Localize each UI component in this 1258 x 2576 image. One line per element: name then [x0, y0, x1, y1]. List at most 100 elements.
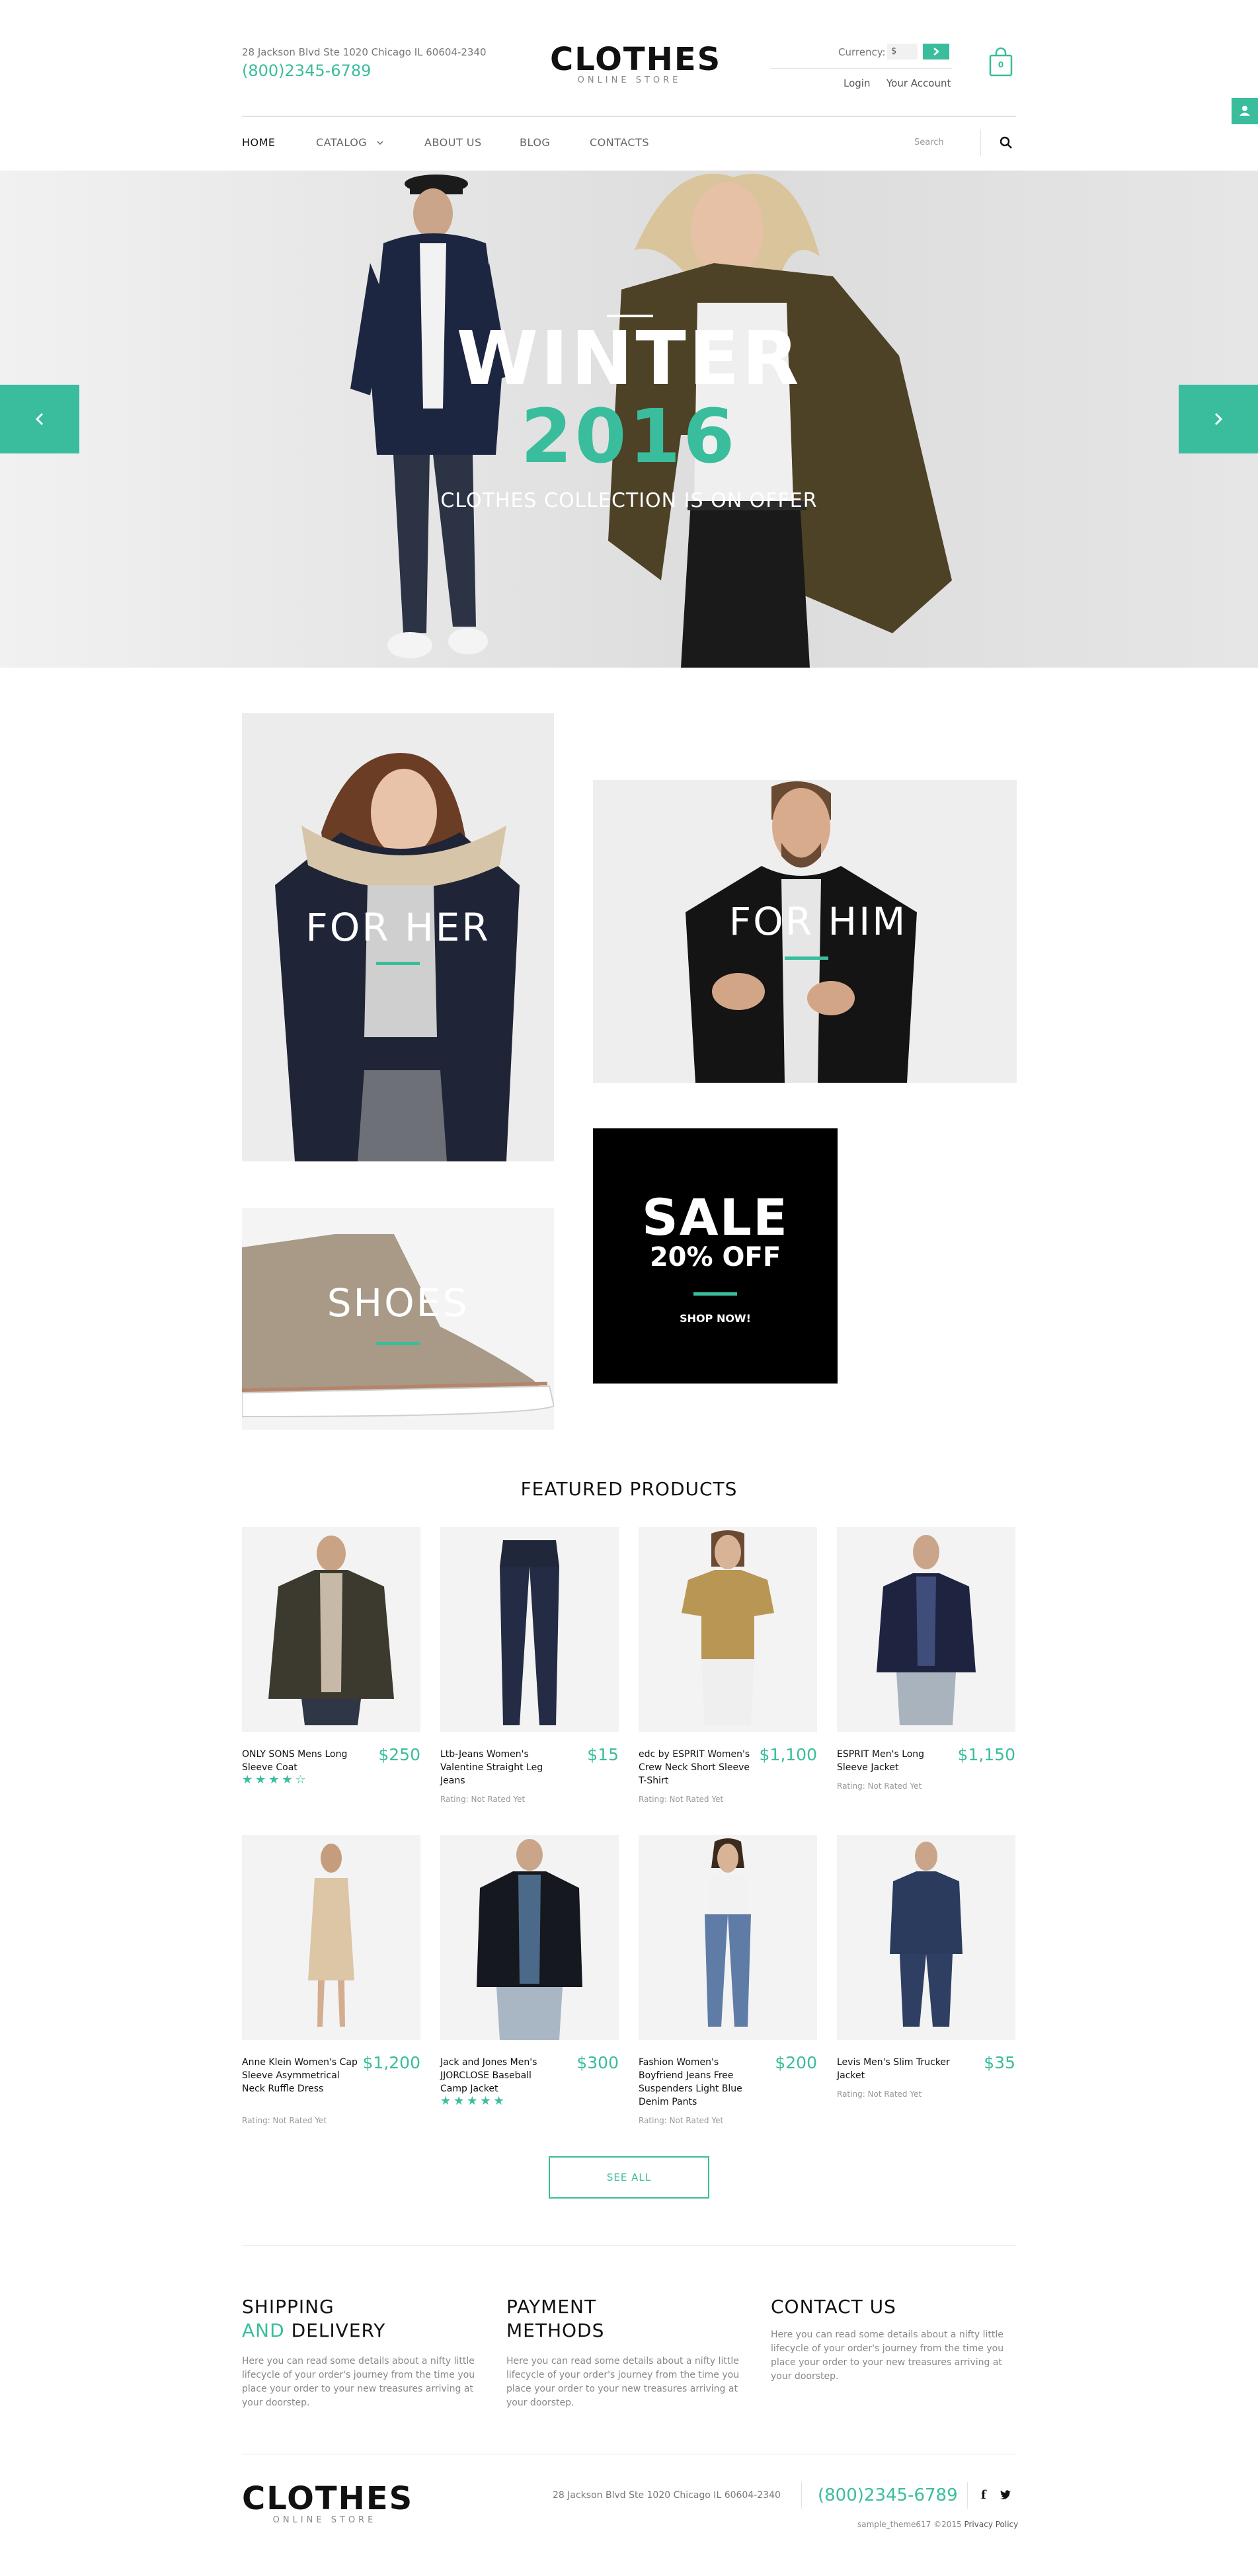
product-card[interactable]: Levis Men's Slim Trucker Jacket $35 Rati… [837, 1835, 1015, 2126]
header-divider [770, 68, 952, 69]
hero-year: 2016 [520, 394, 738, 480]
footer-social: f [981, 2488, 1011, 2502]
nav-divider [242, 116, 1016, 117]
shipping-title: SHIPPING AND DELIVERY [242, 2295, 385, 2343]
product-name[interactable]: Anne Klein Women's Cap Sleeve Asymmetric… [242, 2056, 361, 2095]
product-card[interactable]: ONLY SONS Mens Long Sleeve Coat $250 ★★★… [242, 1527, 420, 1805]
contact-title: CONTACT US [771, 2296, 896, 2318]
cart-button[interactable]: 0 [988, 46, 1014, 77]
sale-discount: 20% OFF [649, 1242, 781, 1272]
for-her-label: FOR HER [305, 905, 491, 950]
product-name[interactable]: Jack and Jones Men's JJORCLOSE Baseball … [440, 2056, 559, 2095]
footer-separator [801, 2482, 802, 2509]
twitter-icon[interactable] [1000, 2489, 1011, 2499]
featured-products-title: FEATURED PRODUCTS [520, 1478, 738, 1500]
shipping-title-accent: AND [242, 2320, 285, 2341]
product-card[interactable]: ESPRIT Men's Long Sleeve Jacket $1,150 R… [837, 1527, 1015, 1805]
logo-subtitle: ONLINE STORE [577, 75, 682, 85]
product-price: $250 [378, 1745, 420, 1764]
product-image[interactable] [837, 1527, 1015, 1732]
shop-now-link[interactable]: SHOP NOW! [593, 1312, 838, 1325]
shipping-text: Here you can read some details about a n… [242, 2356, 475, 2408]
product-price: $35 [984, 2053, 1015, 2072]
product-image[interactable] [639, 1835, 817, 2040]
product-rating: Rating: Not Rated Yet [837, 2089, 922, 2099]
product-rating-stars: ★★★★★ [440, 2094, 507, 2108]
shipping-title-line2: AND DELIVERY [242, 2319, 385, 2343]
slider-next-button[interactable] [1179, 385, 1258, 453]
currency-submit-button[interactable] [923, 44, 949, 59]
product-image[interactable] [440, 1527, 619, 1732]
product-rating-stars: ★★★★☆ [242, 1773, 309, 1787]
product-photo [890, 1842, 963, 2027]
for-him-label: FOR HIM [728, 899, 908, 944]
search-divider [980, 130, 981, 156]
see-all-button[interactable]: SEE ALL [549, 2156, 709, 2199]
chevron-right-icon [1214, 412, 1223, 426]
logo[interactable]: CLOTHES [550, 41, 720, 78]
product-image[interactable] [639, 1527, 817, 1732]
product-name[interactable]: Levis Men's Slim Trucker Jacket [837, 2056, 956, 2082]
nav-catalog[interactable]: CATALOG [316, 136, 384, 149]
account-side-tab[interactable] [1232, 98, 1258, 124]
shoes-label: SHOES [327, 1280, 469, 1325]
search-input[interactable]: Search [914, 137, 944, 147]
header-address: 28 Jackson Blvd Ste 1020 Chicago IL 6060… [242, 46, 487, 58]
search-icon [1000, 136, 1012, 149]
account-link[interactable]: Your Account [886, 77, 951, 89]
for-him-underline [785, 956, 828, 960]
user-icon [1239, 106, 1250, 116]
product-photo [500, 1540, 559, 1725]
sale-banner[interactable]: SALE 20% OFF SHOP NOW! [593, 1128, 838, 1384]
product-name[interactable]: Ltb-Jeans Women's Valentine Straight Leg… [440, 1748, 559, 1787]
product-name[interactable]: ONLY SONS Mens Long Sleeve Coat [242, 1748, 361, 1774]
hero-subtitle: CLOTHES COLLECTION IS ON OFFER [440, 489, 818, 512]
category-shoes[interactable]: SHOES [242, 1208, 554, 1430]
product-image[interactable] [837, 1835, 1015, 2040]
product-name[interactable]: ESPRIT Men's Long Sleeve Jacket [837, 1748, 956, 1774]
copyright-text: sample_theme617 ©2015 [857, 2520, 964, 2529]
facebook-icon[interactable]: f [981, 2488, 986, 2502]
nav-about[interactable]: ABOUT US [424, 136, 482, 149]
product-photo [705, 1838, 751, 2027]
product-card[interactable]: Jack and Jones Men's JJORCLOSE Baseball … [440, 1835, 619, 2126]
nav-home[interactable]: HOME [242, 136, 276, 149]
product-card[interactable]: Anne Klein Women's Cap Sleeve Asymmetric… [242, 1835, 420, 2126]
category-for-him[interactable]: FOR HIM [593, 780, 1017, 1083]
nav-blog[interactable]: BLOG [520, 136, 550, 149]
product-photo [477, 1839, 582, 2040]
slider-prev-button[interactable] [0, 385, 79, 453]
chevron-right-icon [933, 48, 939, 56]
cart-count: 0 [998, 60, 1004, 69]
product-price: $1,100 [759, 1745, 817, 1764]
product-price: $15 [587, 1745, 619, 1764]
privacy-policy-link[interactable]: Privacy Policy [964, 2520, 1018, 2529]
hero-title: WINTER [456, 316, 802, 402]
sale-underline [693, 1292, 737, 1296]
product-card[interactable]: edc by ESPRIT Women's Crew Neck Short Sl… [639, 1527, 817, 1805]
copyright: sample_theme617 ©2015 Privacy Policy [857, 2520, 1018, 2529]
footer-phone[interactable]: (800)2345-6789 [818, 2485, 958, 2505]
for-her-underline [376, 962, 420, 965]
chevron-left-icon [35, 412, 44, 426]
product-name[interactable]: edc by ESPRIT Women's Crew Neck Short Sl… [639, 1748, 758, 1787]
product-price: $1,150 [957, 1745, 1015, 1764]
product-image[interactable] [242, 1527, 420, 1732]
product-card[interactable]: Fashion Women's Boyfriend Jeans Free Sus… [639, 1835, 817, 2126]
search-button[interactable] [998, 135, 1015, 152]
product-price: $1,200 [362, 2053, 420, 2072]
payment-text: Here you can read some details about a n… [506, 2356, 740, 2408]
nav-contacts[interactable]: CONTACTS [590, 136, 649, 149]
chevron-down-icon [377, 141, 383, 145]
header-phone[interactable]: (800)2345-6789 [242, 61, 371, 80]
footer-logo[interactable]: CLOTHES [242, 2480, 412, 2517]
currency-label: Currency: [838, 46, 886, 58]
product-card[interactable]: Ltb-Jeans Women's Valentine Straight Leg… [440, 1527, 619, 1805]
login-link[interactable]: Login [844, 77, 870, 89]
currency-select[interactable]: $ [887, 44, 918, 59]
product-name[interactable]: Fashion Women's Boyfriend Jeans Free Sus… [639, 2056, 758, 2109]
product-image[interactable] [242, 1835, 420, 2040]
product-rating: Rating: Not Rated Yet [639, 2116, 724, 2125]
category-for-her[interactable]: FOR HER [242, 713, 554, 1161]
product-image[interactable] [440, 1835, 619, 2040]
